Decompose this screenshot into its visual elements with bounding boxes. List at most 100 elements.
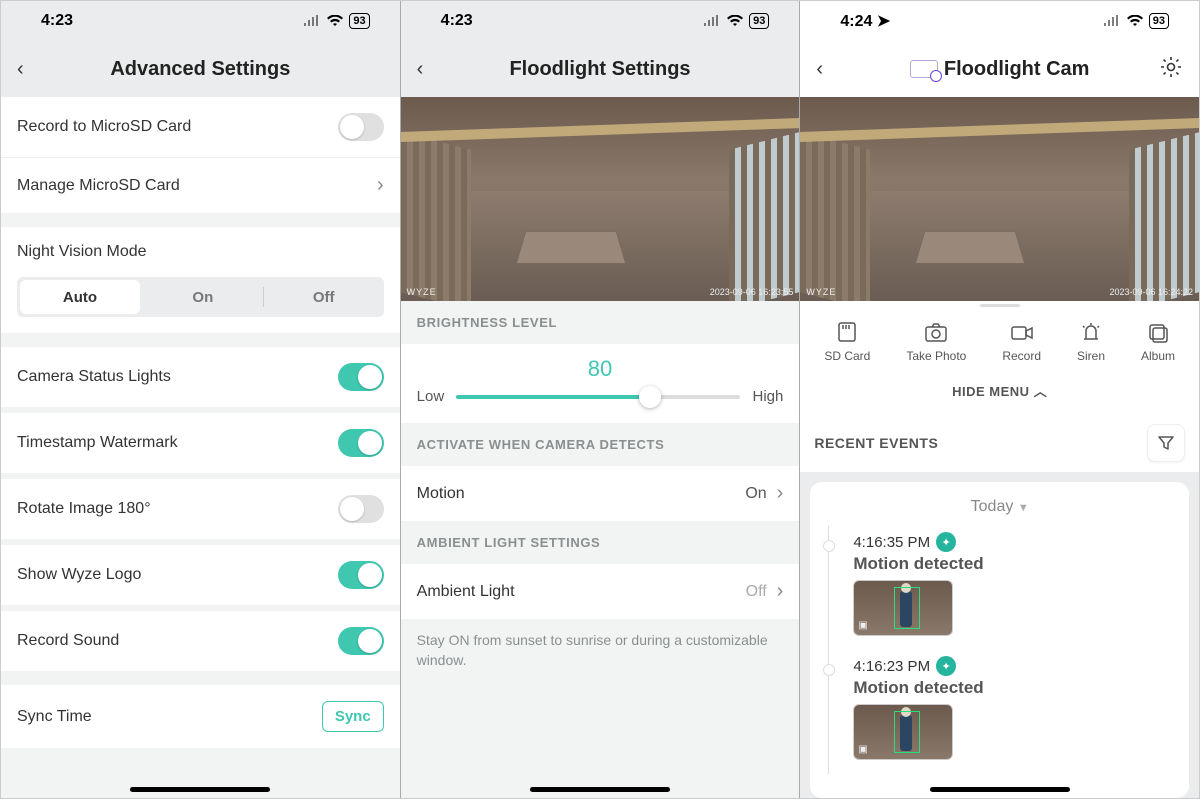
- page-title-group: Floodlight Cam: [800, 58, 1199, 81]
- page-title: Floodlight Cam: [944, 58, 1090, 81]
- manage-microsd-row[interactable]: Manage MicroSD Card ›: [1, 158, 400, 213]
- brightness-header: BRIGHTNESS LEVEL: [401, 301, 800, 344]
- status-lights-toggle[interactable]: [338, 363, 384, 391]
- rotate-row: Rotate Image 180°: [1, 479, 400, 539]
- ambient-light-row[interactable]: Ambient Light Off ›: [401, 564, 800, 619]
- camera-watermark: WYZE: [806, 287, 836, 297]
- status-right: 93: [303, 13, 369, 29]
- header: ‹ Floodlight Cam: [800, 41, 1199, 97]
- brightness-low-label: Low: [417, 388, 445, 405]
- status-time: 4:23: [41, 12, 73, 30]
- timestamp-toggle[interactable]: [338, 429, 384, 457]
- status-right: 93: [1103, 13, 1169, 29]
- logo-toggle[interactable]: [338, 561, 384, 589]
- day-selector[interactable]: Today ▼: [810, 492, 1189, 526]
- home-indicator: [130, 787, 270, 792]
- night-vision-off[interactable]: Off: [264, 277, 384, 317]
- signal-icon: [1103, 15, 1121, 27]
- ambient-header: AMBIENT LIGHT SETTINGS: [401, 521, 800, 564]
- record-microsd-label: Record to MicroSD Card: [17, 118, 191, 136]
- timestamp-row: Timestamp Watermark: [1, 413, 400, 473]
- event-title: Motion detected: [853, 678, 1173, 698]
- logo-label: Show Wyze Logo: [17, 566, 141, 584]
- siren-button[interactable]: Siren: [1077, 321, 1105, 363]
- sync-time-row: Sync Time Sync: [1, 685, 400, 748]
- sync-button[interactable]: Sync: [322, 701, 384, 732]
- events-header: RECENT EVENTS: [814, 435, 938, 451]
- floodlight-cam-screen: 4:24 ➤ 93 ‹ Floodlight Cam WYZE: [800, 1, 1199, 798]
- album-button[interactable]: Album: [1141, 321, 1175, 363]
- motion-badge-icon: ✦: [936, 656, 956, 676]
- page-title: Advanced Settings: [1, 58, 400, 81]
- night-vision-label: Night Vision Mode: [17, 243, 147, 261]
- home-indicator: [530, 787, 670, 792]
- ambient-desc: Stay ON from sunset to sunrise or during…: [401, 619, 800, 692]
- home-indicator: [930, 787, 1070, 792]
- chevron-down-icon: ▼: [1018, 502, 1029, 514]
- rotate-label: Rotate Image 180°: [17, 500, 151, 518]
- events-card: Today ▼ 4:16:35 PM ✦ Motion detected ▣: [810, 482, 1189, 798]
- chevron-up-icon: ︿: [1034, 384, 1048, 399]
- camera-timestamp: 2023-09-06 16:24:22: [1109, 287, 1193, 297]
- events-area: Today ▼ 4:16:35 PM ✦ Motion detected ▣: [800, 472, 1199, 798]
- camera-preview[interactable]: WYZE 2023-09-06 16:23:55: [401, 97, 800, 301]
- events-header-row: RECENT EVENTS: [800, 414, 1199, 472]
- filter-icon: [1157, 434, 1175, 452]
- sd-card-icon: [835, 321, 859, 343]
- event-time: 4:16:35 PM: [853, 534, 930, 551]
- motion-value: On: [745, 485, 766, 503]
- motion-label: Motion: [417, 485, 465, 503]
- header: ‹ Advanced Settings: [1, 41, 400, 97]
- camera-icon: [910, 60, 938, 78]
- motion-badge-icon: ✦: [936, 532, 956, 552]
- wifi-icon: [727, 15, 743, 27]
- quick-actions-row: SD Card Take Photo Record Siren Album: [800, 307, 1199, 371]
- event-item[interactable]: 4:16:35 PM ✦ Motion detected ▣: [829, 526, 1189, 650]
- events-timeline: 4:16:35 PM ✦ Motion detected ▣ 4:16:23 P…: [828, 526, 1189, 774]
- signal-icon: [303, 15, 321, 27]
- sound-row: Record Sound: [1, 611, 400, 671]
- battery-icon: 93: [749, 13, 769, 29]
- event-title: Motion detected: [853, 554, 1173, 574]
- status-bar: 4:24 ➤ 93: [800, 1, 1199, 41]
- night-vision-on[interactable]: On: [143, 277, 263, 317]
- take-photo-button[interactable]: Take Photo: [906, 321, 966, 363]
- battery-icon: 93: [349, 13, 369, 29]
- brightness-slider-group: 80 Low High: [401, 344, 800, 423]
- rotate-toggle[interactable]: [338, 495, 384, 523]
- event-thumbnail[interactable]: ▣: [853, 704, 953, 760]
- chevron-right-icon: ›: [777, 482, 784, 505]
- album-icon: [1146, 321, 1170, 343]
- status-lights-row: Camera Status Lights: [1, 347, 400, 407]
- page-title: Floodlight Settings: [401, 58, 800, 81]
- sound-label: Record Sound: [17, 632, 119, 650]
- filter-button[interactable]: [1147, 424, 1185, 462]
- night-vision-auto[interactable]: Auto: [20, 280, 140, 314]
- sd-card-button[interactable]: SD Card: [824, 321, 870, 363]
- floodlight-settings-screen: 4:23 93 ‹ Floodlight Settings WYZE 2023-…: [401, 1, 801, 798]
- brightness-slider[interactable]: [456, 395, 740, 399]
- event-item[interactable]: 4:16:23 PM ✦ Motion detected ▣: [829, 650, 1189, 774]
- status-time: 4:23: [441, 12, 473, 30]
- siren-icon: [1079, 321, 1103, 343]
- brightness-high-label: High: [752, 388, 783, 405]
- timestamp-label: Timestamp Watermark: [17, 434, 178, 452]
- header: ‹ Floodlight Settings: [401, 41, 800, 97]
- event-thumbnail[interactable]: ▣: [853, 580, 953, 636]
- gear-icon: [1159, 55, 1183, 79]
- camera-preview[interactable]: WYZE 2023-09-06 16:24:22: [800, 97, 1199, 301]
- status-time: 4:24 ➤: [840, 11, 890, 31]
- event-time: 4:16:23 PM: [853, 658, 930, 675]
- night-vision-row: Night Vision Mode: [1, 227, 400, 267]
- record-button[interactable]: Record: [1002, 321, 1041, 363]
- advanced-settings-screen: 4:23 93 ‹ Advanced Settings Record to Mi…: [1, 1, 401, 798]
- motion-row[interactable]: Motion On ›: [401, 466, 800, 521]
- status-lights-label: Camera Status Lights: [17, 368, 171, 386]
- settings-button[interactable]: [1159, 55, 1183, 84]
- logo-row: Show Wyze Logo: [1, 545, 400, 605]
- record-microsd-toggle[interactable]: [338, 113, 384, 141]
- status-bar: 4:23 93: [401, 1, 800, 41]
- hide-menu-button[interactable]: HIDE MENU ︿: [800, 371, 1199, 414]
- image-icon: ▣: [858, 744, 867, 755]
- sound-toggle[interactable]: [338, 627, 384, 655]
